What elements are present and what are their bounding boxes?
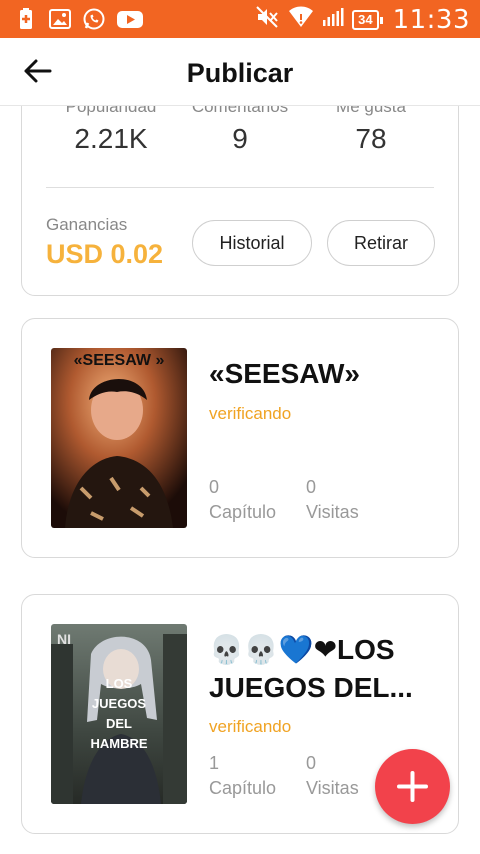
battery-saver-icon <box>14 7 38 31</box>
book-cover[interactable]: NI LOS JUEGOS DEL HAMBRE <box>51 624 187 804</box>
stat-value: 2.21K <box>74 123 148 154</box>
book-status: verificando <box>209 717 292 736</box>
add-book-button[interactable] <box>375 749 450 824</box>
stat-popularity: Popularidad 2.21K <box>38 106 184 155</box>
stat-label: Popularidad <box>65 106 157 116</box>
book-card-seesaw[interactable]: «SEESAW » «SEESAW» verificando 0 Capítul… <box>21 318 459 558</box>
book-status: verificando <box>209 404 292 423</box>
chapter-count: 0 <box>209 477 220 497</box>
stats-card: Popularidad 2.21K Comentarios 9 Me gusta… <box>21 106 459 296</box>
chapter-label: Capítulo <box>209 778 277 798</box>
history-button[interactable]: Historial <box>192 220 312 266</box>
stat-likes: Me gusta 78 <box>298 106 444 155</box>
withdraw-button[interactable]: Retirar <box>327 220 435 266</box>
app-header: Publicar <box>0 38 480 106</box>
status-left-icons <box>14 7 144 31</box>
mute-icon <box>254 4 280 35</box>
status-right: 34 11:33 <box>254 4 470 35</box>
visit-label: Visitas <box>306 778 359 798</box>
cover-title: LOS JUEGOS DEL HAMBRE <box>90 676 148 751</box>
visit-count: 0 <box>306 477 317 497</box>
page-title: Publicar <box>186 58 294 88</box>
youtube-icon <box>116 7 144 31</box>
cover-title: «SEESAW » <box>73 352 165 369</box>
visit-label: Visitas <box>306 502 359 522</box>
status-bar: 34 11:33 <box>0 0 480 38</box>
visit-count: 0 <box>306 753 317 773</box>
stat-value: 78 <box>355 123 387 154</box>
book-cover[interactable]: «SEESAW » <box>51 348 187 528</box>
stat-label: Me gusta <box>336 106 406 116</box>
svg-text:NI: NI <box>57 631 71 647</box>
chapter-label: Capítulo <box>209 502 277 522</box>
signal-icon <box>322 6 344 33</box>
book-title[interactable]: «SEESAW» <box>209 355 439 393</box>
stat-value: 9 <box>232 123 248 154</box>
whatsapp-icon <box>82 7 106 31</box>
earnings-label: Ganancias <box>46 215 128 234</box>
stat-comments: Comentarios 9 <box>167 106 313 155</box>
battery-level: 34 <box>352 9 384 30</box>
plus-icon <box>397 771 428 802</box>
divider <box>46 187 434 188</box>
wifi-icon <box>288 5 314 34</box>
gallery-icon <box>48 7 72 31</box>
stat-label: Comentarios <box>191 106 289 116</box>
book-title[interactable]: 💀💀💙❤LOS JUEGOS DEL... <box>209 631 439 707</box>
chapter-count: 1 <box>209 753 220 773</box>
clock: 11:33 <box>392 4 470 35</box>
scroll-content[interactable]: Popularidad 2.21K Comentarios 9 Me gusta… <box>0 106 480 854</box>
earnings-value: USD 0.02 <box>46 239 164 269</box>
